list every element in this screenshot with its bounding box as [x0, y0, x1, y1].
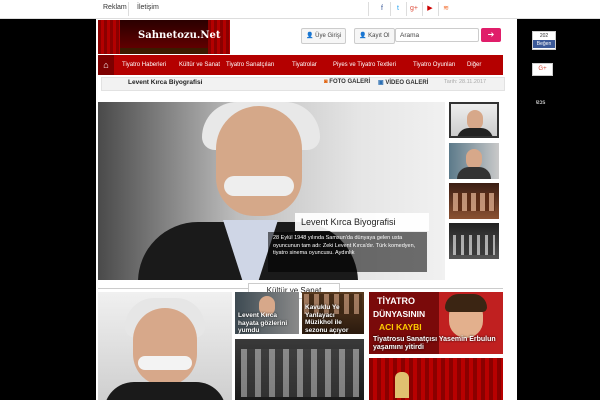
- side-label: ɐɔs: [536, 100, 546, 106]
- slider-thumbnail-1[interactable]: [449, 102, 499, 138]
- nav-item-tiyatrolar[interactable]: Tiyatrolar: [292, 55, 317, 75]
- video-gallery-label: VİDEO GALERİ: [385, 80, 429, 86]
- slider-thumbnail-2[interactable]: [449, 143, 499, 179]
- news-card-large[interactable]: [98, 292, 232, 400]
- nav-item-tiyatro-haberleri[interactable]: Tiyatro Haberleri: [122, 55, 166, 75]
- facebook-like-count: 202: [539, 33, 549, 39]
- googleplus-icon[interactable]: g+: [408, 3, 420, 15]
- stage-floor: [120, 48, 208, 54]
- hero-photo-mustache: [224, 176, 294, 196]
- card-photo-mustache: [138, 356, 192, 370]
- thumb-suit: [457, 128, 493, 136]
- nav-item-tiyatro-sanatcilari[interactable]: Tiyatro Sanatçıları: [226, 55, 274, 75]
- hero-slider[interactable]: Levent Kırca Biyografisi 28 Eylül 1948 y…: [98, 102, 445, 280]
- news-card-3[interactable]: TİYATRO DÜNYASININ ACI KAYBI Tiyatrosu S…: [369, 292, 503, 354]
- logo-text: Sahnetozu.Net: [138, 30, 221, 41]
- photo-gallery-link[interactable]: ◙ FOTO GALERİ: [324, 79, 370, 85]
- topbar-divider: [368, 2, 369, 16]
- register-label: Kayıt Ol: [368, 33, 390, 39]
- news-card-1-caption: Levent Kırca hayata gözlerini yumdu: [238, 312, 288, 334]
- curtain-left: [98, 20, 120, 54]
- facebook-like-button[interactable]: Beğen: [533, 40, 555, 48]
- slider-thumbnail-4[interactable]: [449, 223, 499, 259]
- card-photo-actors: [241, 349, 359, 397]
- article-date: Tarih: 28.11.2017: [444, 79, 487, 85]
- search-icon: ➔: [487, 30, 495, 39]
- register-button[interactable]: 👤 Kayıt Ol: [354, 28, 395, 44]
- member-login-button[interactable]: 👤 Üye Girişi: [301, 28, 347, 44]
- page-background-right: [517, 19, 600, 400]
- hero-title[interactable]: Levent Kırca Biyografisi: [295, 213, 429, 231]
- top-bar: Reklam İletişim f t g+ ▶ ≋: [0, 0, 600, 19]
- card-photo-hair: [445, 294, 487, 312]
- search-input[interactable]: Arama: [395, 28, 479, 42]
- card-photo-curtain: [369, 358, 503, 400]
- home-icon[interactable]: ⌂: [98, 55, 114, 75]
- topbar-divider: [438, 2, 439, 16]
- page-background-left: [0, 19, 96, 400]
- main-nav: ⌂ Tiyatro Haberleri Kültür ve Sanat Tiya…: [98, 55, 503, 75]
- nav-item-kultur-ve-sanat[interactable]: Kültür ve Sanat: [179, 55, 220, 75]
- hero-description: 28 Eylül 1948 yılında Samsun'da dünyaya …: [268, 232, 427, 272]
- nav-item-diger[interactable]: Diğer: [467, 55, 481, 75]
- member-login-label: Üye Girişi: [315, 33, 342, 39]
- main-container: Sahnetozu.Net 👤 Üye Girişi 👤 Kayıt Ol Ar…: [96, 19, 517, 400]
- poster-line-2: DÜNYASININ: [373, 309, 426, 319]
- topbar-divider: [128, 2, 129, 16]
- search-placeholder: Arama: [400, 32, 420, 39]
- thumb-face: [467, 110, 483, 130]
- nav-item-piyes-ve-tiyatro-textleri[interactable]: Piyes ve Tiyatro Textleri: [333, 55, 396, 75]
- news-card-4[interactable]: [235, 339, 364, 400]
- hero-photo-face: [216, 106, 302, 216]
- topbar-link-iletisim[interactable]: İletişim: [137, 4, 159, 11]
- article-title: Levent Kırca Biyografisi: [128, 79, 203, 86]
- thumb-actors: [453, 235, 495, 255]
- news-card-1[interactable]: Levent Kırca hayata gözlerini yumdu: [235, 292, 299, 334]
- nav-item-tiyatro-oyunlari[interactable]: Tiyatro Oyunları: [413, 55, 455, 75]
- news-card-2-caption: Kavuklu Ye Yanlayacı Müzikhol ile sezonu…: [305, 304, 349, 334]
- googleplus-share-button[interactable]: G+: [532, 63, 553, 76]
- card-photo-face: [133, 308, 197, 386]
- news-card-5[interactable]: [369, 358, 503, 400]
- video-icon: ▣: [378, 80, 384, 86]
- thumb-suit: [457, 167, 491, 179]
- news-card-3-caption: Tiyatrosu Sanatçısı Yasemin Erbulun yaşa…: [373, 336, 496, 351]
- user-icon: 👤: [306, 33, 314, 39]
- card-photo-suit: [104, 382, 226, 400]
- poster-line-3: ACI KAYBI: [379, 322, 422, 332]
- camera-icon: ◙: [324, 79, 328, 85]
- slider-thumbnail-3[interactable]: [449, 183, 499, 219]
- search-button[interactable]: ➔: [481, 28, 501, 42]
- twitter-icon[interactable]: t: [392, 3, 404, 15]
- topbar-link-reklam[interactable]: Reklam: [103, 4, 127, 11]
- video-gallery-link[interactable]: ▣ VİDEO GALERİ: [378, 79, 428, 86]
- topbar-divider: [422, 2, 423, 16]
- topbar-divider: [390, 2, 391, 16]
- poster-line-1: TİYATRO: [377, 296, 416, 306]
- photo-gallery-label: FOTO GALERİ: [329, 79, 371, 85]
- news-card-2[interactable]: Kavuklu Ye Yanlayacı Müzikhol ile sezonu…: [302, 292, 364, 334]
- card-photo-figure: [395, 372, 409, 398]
- thumb-actors: [453, 193, 495, 211]
- article-info-bar: Levent Kırca Biyografisi ◙ FOTO GALERİ ▣…: [101, 77, 505, 91]
- facebook-icon[interactable]: f: [376, 3, 388, 15]
- rss-icon[interactable]: ≋: [440, 3, 452, 15]
- facebook-like-box[interactable]: 202 Beğen: [532, 31, 556, 50]
- site-logo[interactable]: Sahnetozu.Net: [98, 20, 230, 54]
- thumb-face: [466, 149, 482, 169]
- topbar-divider: [406, 2, 407, 16]
- youtube-icon[interactable]: ▶: [424, 3, 436, 15]
- user-plus-icon: 👤: [359, 33, 367, 39]
